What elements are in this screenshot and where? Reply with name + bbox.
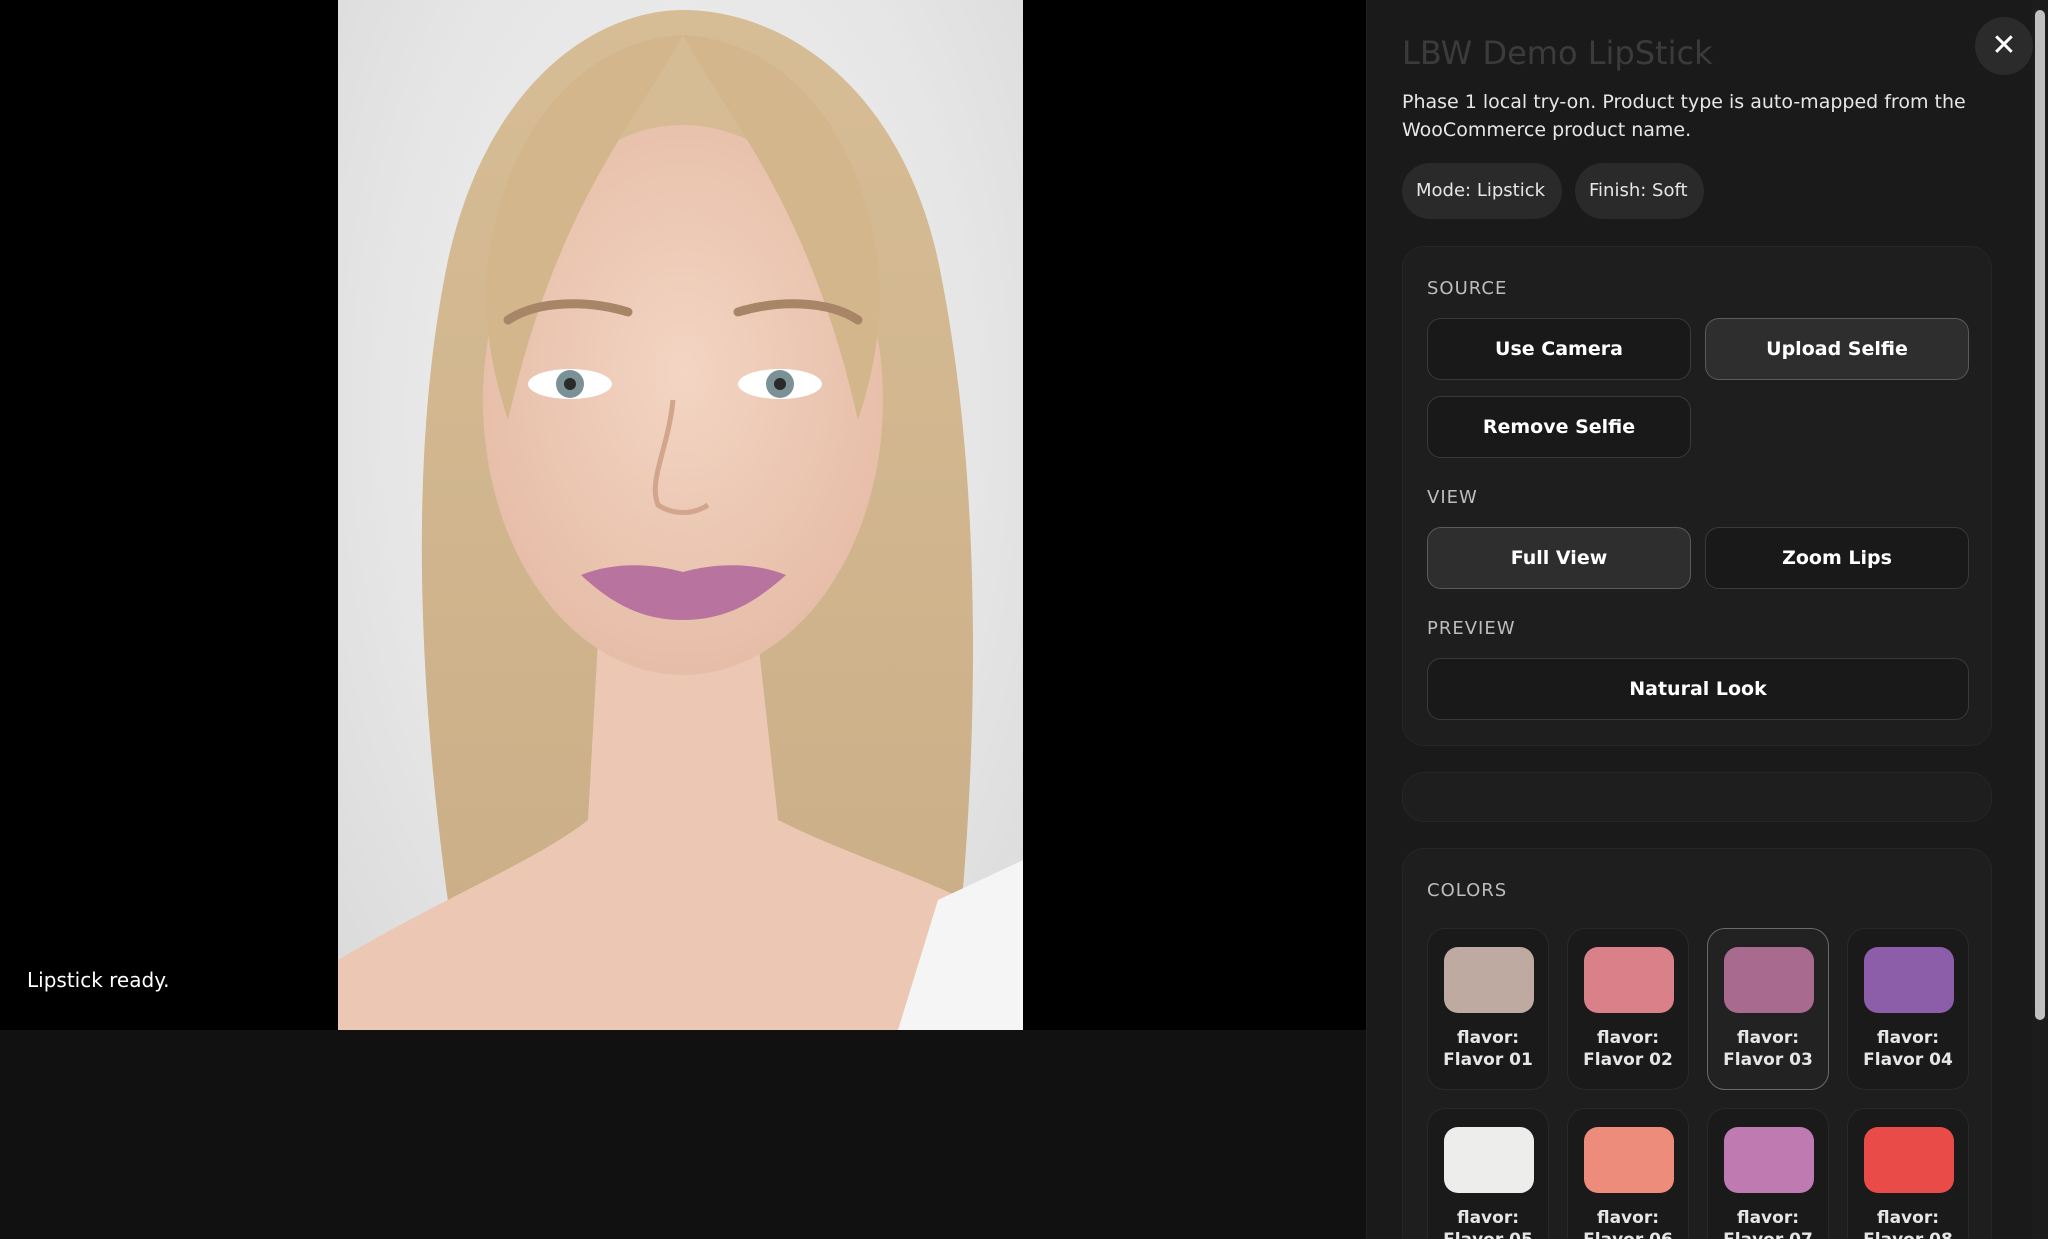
swatch-label-line1: flavor: xyxy=(1596,1208,1659,1228)
color-swatch-label: flavor:Flavor 07 xyxy=(1708,1207,1828,1239)
tryon-stage: Lipstick ready. xyxy=(0,0,1366,1239)
color-swatch-option[interactable]: flavor: Flavor 02 xyxy=(1567,928,1689,1090)
swatch-label-line2: Flavor 06 xyxy=(1568,1229,1688,1239)
color-swatch-chip xyxy=(1444,1127,1534,1193)
product-description: Phase 1 local try-on. Product type is au… xyxy=(1402,91,1966,141)
color-swatch-label: flavor:Flavor 08 xyxy=(1848,1207,1968,1239)
close-button[interactable]: ✕ xyxy=(1975,17,2033,75)
color-swatch-chip xyxy=(1584,1127,1674,1193)
panel-scrollbar[interactable] xyxy=(2032,0,2048,1239)
swatch-label-line2: Flavor 05 xyxy=(1428,1229,1548,1239)
color-swatch-label: flavor:Flavor 05 xyxy=(1428,1207,1548,1239)
full-view-button[interactable]: Full View xyxy=(1427,527,1691,589)
color-swatch-label: flavor: Flavor 04 xyxy=(1848,1027,1968,1071)
swatch-label-line1: flavor: xyxy=(1596,1028,1659,1048)
empty-info-card xyxy=(1402,772,1992,822)
swatch-label-line1: flavor: xyxy=(1736,1208,1799,1228)
color-swatch-label: flavor: Flavor 03 xyxy=(1708,1027,1828,1071)
panel-scrollbar-thumb[interactable] xyxy=(2035,10,2045,1020)
swatch-label-line2: Flavor 08 xyxy=(1848,1229,1968,1239)
swatch-label-line2: Flavor 02 xyxy=(1583,1050,1673,1070)
color-swatch-option[interactable]: flavor:Flavor 05 xyxy=(1427,1108,1549,1239)
swatch-label-line1: flavor: xyxy=(1876,1028,1939,1048)
product-title: LBW Demo LipStick xyxy=(1402,34,1713,72)
use-camera-button[interactable]: Use Camera xyxy=(1427,318,1691,380)
swatch-label-line1: flavor: xyxy=(1456,1208,1519,1228)
swatch-label-line1: flavor: xyxy=(1456,1028,1519,1048)
preview-viewport: Lipstick ready. xyxy=(0,0,1366,1030)
swatch-label-line1: flavor: xyxy=(1876,1208,1939,1228)
color-swatch-chip xyxy=(1864,947,1954,1013)
color-swatch-chip xyxy=(1864,1127,1954,1193)
color-swatch-chip xyxy=(1724,1127,1814,1193)
mode-chip: Mode: Lipstick xyxy=(1402,163,1562,219)
selfie-preview-image xyxy=(338,0,1023,1030)
swatch-label-line2: Flavor 07 xyxy=(1708,1229,1828,1239)
colors-section-label: COLORS xyxy=(1427,880,1508,901)
swatch-label-line2: Flavor 04 xyxy=(1863,1050,1953,1070)
color-swatch-label: flavor: Flavor 01 xyxy=(1428,1027,1548,1071)
color-swatch-option[interactable]: flavor: Flavor 04 xyxy=(1847,928,1969,1090)
source-section-label: SOURCE xyxy=(1427,278,1508,299)
color-swatch-option[interactable]: flavor: Flavor 03 xyxy=(1707,928,1829,1090)
preview-section-label: PREVIEW xyxy=(1427,618,1516,639)
remove-selfie-button[interactable]: Remove Selfie xyxy=(1427,396,1691,458)
swatch-label-line2: Flavor 03 xyxy=(1723,1050,1813,1070)
swatch-label-line1: flavor: xyxy=(1736,1028,1799,1048)
upload-selfie-button[interactable]: Upload Selfie xyxy=(1705,318,1969,380)
status-message: Lipstick ready. xyxy=(27,968,170,992)
natural-look-button[interactable]: Natural Look xyxy=(1427,658,1969,720)
color-swatch-chip xyxy=(1724,947,1814,1013)
swatch-label-line2: Flavor 01 xyxy=(1443,1050,1533,1070)
color-swatch-option[interactable]: flavor:Flavor 08 xyxy=(1847,1108,1969,1239)
color-swatch-label: flavor:Flavor 06 xyxy=(1568,1207,1688,1239)
zoom-lips-button[interactable]: Zoom Lips xyxy=(1705,527,1969,589)
portrait-illustration xyxy=(338,10,1023,1030)
color-swatch-option[interactable]: flavor:Flavor 07 xyxy=(1707,1108,1829,1239)
close-icon: ✕ xyxy=(1991,28,2017,63)
color-swatch-chip xyxy=(1444,947,1534,1013)
color-swatch-option[interactable]: flavor:Flavor 06 xyxy=(1567,1108,1689,1239)
color-swatch-label: flavor: Flavor 02 xyxy=(1568,1027,1688,1071)
finish-chip: Finish: Soft xyxy=(1575,163,1704,219)
color-swatch-chip xyxy=(1584,947,1674,1013)
color-swatch-option[interactable]: flavor: Flavor 01 xyxy=(1427,928,1549,1090)
view-section-label: VIEW xyxy=(1427,487,1478,508)
